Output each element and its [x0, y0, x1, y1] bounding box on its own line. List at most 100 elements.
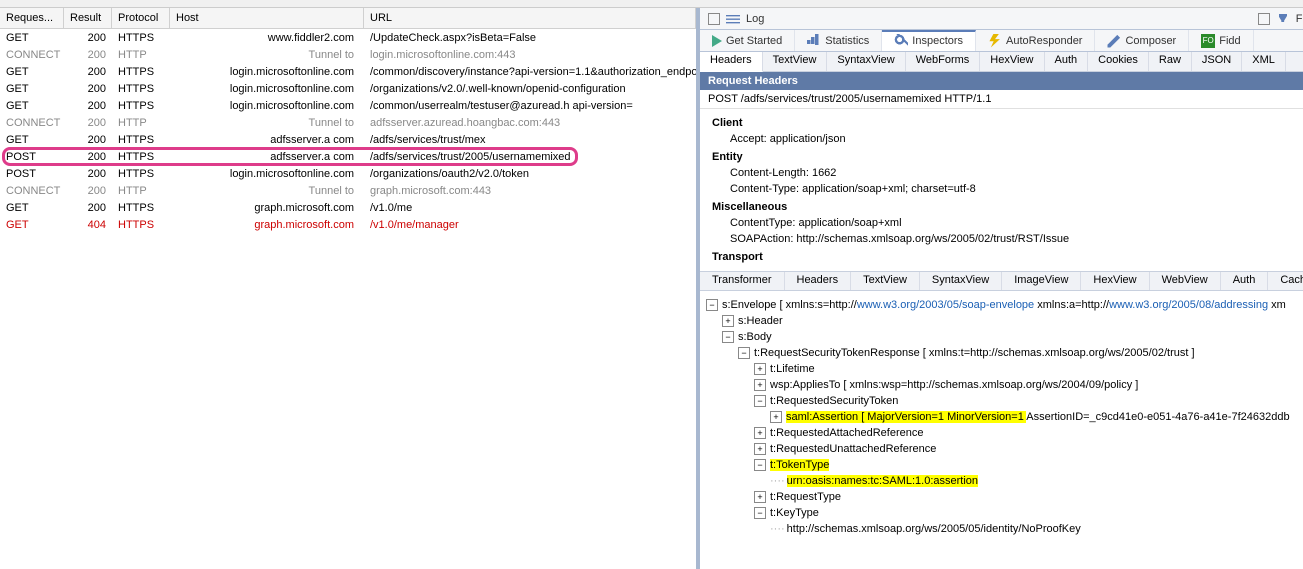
tree-toggle-icon[interactable]: +	[754, 379, 766, 391]
main-tabs: Get StartedStatisticsInspectorsAutoRespo…	[700, 30, 1303, 52]
right-toolbar: Log Filters	[700, 8, 1303, 30]
xml-node[interactable]: +t:Lifetime	[706, 361, 1303, 377]
tree-toggle-icon[interactable]: −	[754, 395, 766, 407]
col-header-request[interactable]: Reques...	[0, 8, 64, 28]
log-icon	[726, 12, 740, 26]
request-headers-title: Request Headers	[700, 72, 1303, 90]
table-row[interactable]: GET200HTTPSadfsserver.a com/adfs/service…	[0, 131, 696, 148]
tree-toggle-icon[interactable]: +	[754, 427, 766, 439]
tab-autoresponder[interactable]: AutoResponder	[976, 30, 1095, 51]
header-kv: Content-Length: 1662	[712, 165, 1303, 181]
tab-fidd[interactable]: FOFidd	[1189, 30, 1253, 51]
subtab-cookies[interactable]: Cookies	[1088, 52, 1149, 71]
xml-node[interactable]: −s:Body	[706, 329, 1303, 345]
filters-toggle[interactable]: Filters	[1258, 12, 1303, 26]
resptab-hexview[interactable]: HexView	[1081, 272, 1149, 290]
response-subtabs: TransformerHeadersTextViewSyntaxViewImag…	[700, 271, 1303, 291]
col-header-result[interactable]: Result	[64, 8, 112, 28]
col-header-url[interactable]: URL	[364, 8, 696, 28]
tree-toggle-icon[interactable]: +	[722, 315, 734, 327]
subtab-hexview[interactable]: HexView	[980, 52, 1044, 71]
subtab-webforms[interactable]: WebForms	[906, 52, 981, 71]
table-row[interactable]: GET200HTTPSlogin.microsoftonline.com/com…	[0, 97, 696, 114]
resptab-caching[interactable]: Caching	[1268, 272, 1303, 290]
resptab-syntaxview[interactable]: SyntaxView	[920, 272, 1002, 290]
table-row[interactable]: GET200HTTPSwww.fiddler2.com/UpdateCheck.…	[0, 29, 696, 46]
subtab-auth[interactable]: Auth	[1045, 52, 1089, 71]
table-row[interactable]: GET200HTTPSgraph.microsoft.com/v1.0/me	[0, 199, 696, 216]
table-row[interactable]: GET200HTTPSlogin.microsoftonline.com/org…	[0, 80, 696, 97]
table-row[interactable]: GET200HTTPSlogin.microsoftonline.com/com…	[0, 63, 696, 80]
subtab-syntaxview[interactable]: SyntaxView	[827, 52, 905, 71]
subtab-json[interactable]: JSON	[1192, 52, 1242, 71]
resptab-headers[interactable]: Headers	[785, 272, 852, 290]
tree-toggle-icon[interactable]: +	[754, 491, 766, 503]
thunder-icon	[988, 34, 1002, 48]
table-row[interactable]: CONNECT200HTTPTunnel tograph.microsoft.c…	[0, 182, 696, 199]
table-row[interactable]: CONNECT200HTTPTunnel toadfsserver.azurea…	[0, 114, 696, 131]
inspect-icon	[894, 34, 908, 48]
table-row[interactable]: POST200HTTPSlogin.microsoftonline.com/or…	[0, 165, 696, 182]
subtab-textview[interactable]: TextView	[763, 52, 828, 71]
table-row[interactable]: CONNECT200HTTPTunnel tologin.microsofton…	[0, 46, 696, 63]
log-toggle[interactable]: Log	[708, 12, 764, 26]
xml-tree[interactable]: −s:Envelope [ xmlns:s=http://www.w3.org/…	[700, 291, 1303, 569]
xml-node[interactable]: −t:TokenType	[706, 457, 1303, 473]
xml-node[interactable]: +saml:Assertion [ MajorVersion=1 MinorVe…	[706, 409, 1303, 425]
tree-toggle-icon[interactable]: −	[738, 347, 750, 359]
fo-icon: FO	[1201, 34, 1215, 48]
col-header-host[interactable]: Host	[170, 8, 364, 28]
chart-icon	[807, 34, 821, 48]
xml-node[interactable]: +s:Header	[706, 313, 1303, 329]
subtab-xml[interactable]: XML	[1242, 52, 1286, 71]
col-header-protocol[interactable]: Protocol	[112, 8, 170, 28]
xml-node[interactable]: +t:RequestedUnattachedReference	[706, 441, 1303, 457]
tree-toggle-icon[interactable]: −	[754, 507, 766, 519]
header-kv: ContentType: application/soap+xml	[712, 215, 1303, 231]
xml-node[interactable]: −t:RequestSecurityTokenResponse [ xmlns:…	[706, 345, 1303, 361]
tree-toggle-icon[interactable]: −	[706, 299, 718, 311]
subtab-headers[interactable]: Headers	[700, 52, 763, 72]
tree-toggle-icon[interactable]: +	[754, 363, 766, 375]
grid-header: Reques... Result Protocol Host URL	[0, 8, 696, 29]
play-icon	[712, 35, 722, 47]
xml-node[interactable]: +t:RequestedAttachedReference	[706, 425, 1303, 441]
xml-node[interactable]: ····http://schemas.xmlsoap.org/ws/2005/0…	[706, 521, 1303, 537]
header-group: Entity	[712, 149, 1303, 165]
tree-toggle-icon[interactable]: +	[754, 443, 766, 455]
xml-node[interactable]: +wsp:AppliesTo [ xmlns:wsp=http://schema…	[706, 377, 1303, 393]
header-kv: Content-Type: application/soap+xml; char…	[712, 181, 1303, 197]
table-row[interactable]: POST200HTTPSadfsserver.a com/adfs/servic…	[0, 148, 696, 165]
request-subtabs: HeadersTextViewSyntaxViewWebFormsHexView…	[700, 52, 1303, 72]
grid-body[interactable]: GET200HTTPSwww.fiddler2.com/UpdateCheck.…	[0, 29, 696, 569]
header-group: Client	[712, 115, 1303, 131]
header-group: Miscellaneous	[712, 199, 1303, 215]
tree-toggle-icon[interactable]: −	[754, 459, 766, 471]
tab-statistics[interactable]: Statistics	[795, 30, 882, 51]
xml-node[interactable]: ····urn:oasis:names:tc:SAML:1.0:assertio…	[706, 473, 1303, 489]
resptab-imageview[interactable]: ImageView	[1002, 272, 1081, 290]
xml-node[interactable]: −s:Envelope [ xmlns:s=http://www.w3.org/…	[706, 297, 1303, 313]
xml-node[interactable]: −t:KeyType	[706, 505, 1303, 521]
table-row[interactable]: GET404HTTPSgraph.microsoft.com/v1.0/me/m…	[0, 216, 696, 233]
tab-composer[interactable]: Composer	[1095, 30, 1189, 51]
inspector-pane: Log Filters Get StartedStatisticsInspect…	[700, 8, 1303, 569]
compose-icon	[1107, 34, 1121, 48]
resptab-textview[interactable]: TextView	[851, 272, 920, 290]
tab-get-started[interactable]: Get Started	[700, 30, 795, 51]
resptab-auth[interactable]: Auth	[1221, 272, 1269, 290]
tab-inspectors[interactable]: Inspectors	[882, 30, 976, 51]
subtab-raw[interactable]: Raw	[1149, 52, 1192, 71]
resptab-webview[interactable]: WebView	[1150, 272, 1221, 290]
tree-toggle-icon[interactable]: −	[722, 331, 734, 343]
xml-node[interactable]: −t:RequestedSecurityToken	[706, 393, 1303, 409]
header-group: Transport	[712, 249, 1303, 265]
header-kv: SOAPAction: http://schemas.xmlsoap.org/w…	[712, 231, 1303, 247]
headers-list: ClientAccept: application/jsonEntityCont…	[700, 109, 1303, 271]
xml-node[interactable]: +t:RequestType	[706, 489, 1303, 505]
request-line: POST /adfs/services/trust/2005/usernamem…	[700, 90, 1303, 109]
tree-toggle-icon[interactable]: +	[770, 411, 782, 423]
resptab-transformer[interactable]: Transformer	[700, 272, 785, 290]
top-toolbar	[0, 0, 1303, 8]
header-kv: Accept: application/json	[712, 131, 1303, 147]
